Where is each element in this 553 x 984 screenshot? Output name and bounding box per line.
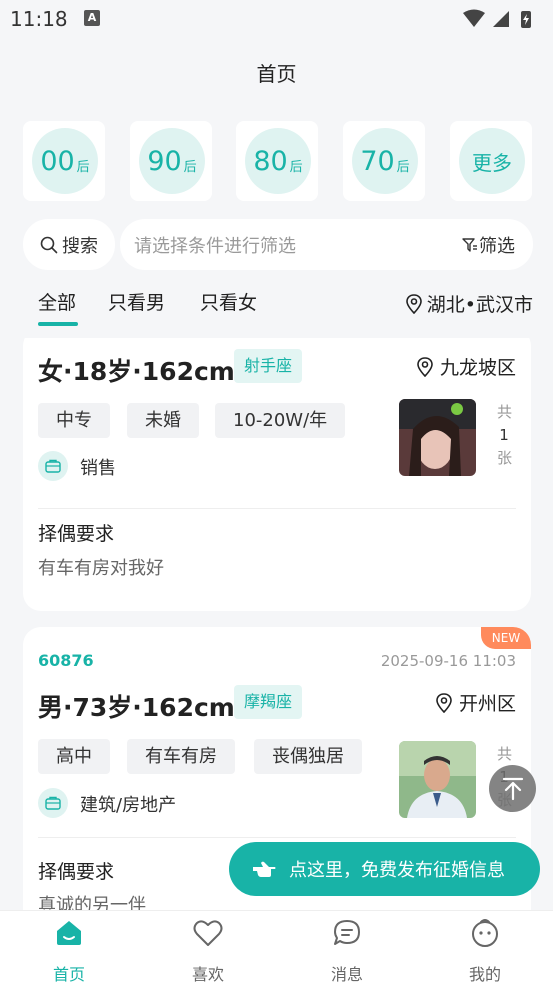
profile-tag: 丧偶独居 xyxy=(254,739,362,774)
briefcase-icon xyxy=(38,788,68,818)
profile-photo[interactable] xyxy=(399,399,476,476)
nav-likes[interactable]: 喜欢 xyxy=(168,917,248,984)
photo-count-prefix: 共 xyxy=(497,745,513,763)
age-filter-suffix: 后 xyxy=(289,159,303,175)
age-filter-00[interactable]: 00 后 xyxy=(23,121,105,201)
requirement-title: 择偶要求 xyxy=(38,523,115,545)
search-icon xyxy=(40,236,58,253)
search-label: 搜索 xyxy=(62,235,98,257)
pointing-hand-icon xyxy=(253,861,276,877)
age-filter-suffix: 后 xyxy=(183,159,197,175)
location-pin-icon xyxy=(405,293,422,314)
photo-count-number: 1 xyxy=(499,426,509,444)
city-label: 湖北•武汉市 xyxy=(426,294,533,316)
filter-button[interactable]: 筛选 xyxy=(461,232,515,258)
age-filter-suffix: 后 xyxy=(76,159,90,175)
age-filter-label: 00 xyxy=(40,145,75,177)
zodiac-badge: 摩羯座 xyxy=(234,685,303,719)
location-pin-icon xyxy=(417,356,433,377)
photo-count-prefix: 共 xyxy=(497,403,513,421)
age-filter-more[interactable]: 更多 xyxy=(450,121,532,201)
post-date: 2025-09-16 11:03 xyxy=(380,652,516,670)
age-filter-70[interactable]: 70 后 xyxy=(343,121,425,201)
profile-id: 60876 xyxy=(38,651,94,670)
divider xyxy=(38,508,516,509)
profile-icon xyxy=(472,919,498,947)
tab-all[interactable]: 全部 xyxy=(38,288,76,315)
nav-home-label: 首页 xyxy=(52,965,85,984)
divider xyxy=(38,837,516,838)
tab-female-only[interactable]: 只看女 xyxy=(200,288,257,315)
district-location: 开州区 xyxy=(435,689,516,716)
search-button[interactable]: 搜索 xyxy=(23,219,115,270)
nav-messages[interactable]: 消息 xyxy=(307,917,387,984)
age-filter-suffix: 后 xyxy=(396,159,410,175)
profile-summary: 男·73岁·162cm xyxy=(38,693,235,722)
tab-active-indicator xyxy=(38,322,78,326)
page-title: 首页 xyxy=(256,62,297,86)
profile-photo[interactable] xyxy=(399,741,476,818)
profile-tag: 中专 xyxy=(38,403,110,438)
age-filter-circle: 00 后 xyxy=(32,128,98,194)
age-filter-row: 00 后 90 后 80 后 70 后 更多 xyxy=(23,121,533,201)
scroll-to-top-button[interactable] xyxy=(489,765,536,812)
nav-profile-label: 我的 xyxy=(468,965,501,984)
profile-tag: 有车有房 xyxy=(127,739,235,774)
photo-count-suffix: 张 xyxy=(497,449,513,467)
bottom-navigation: 首页 喜欢 消息 我的 xyxy=(0,910,553,984)
filter-icon xyxy=(462,238,477,252)
age-filter-circle: 80 后 xyxy=(245,128,311,194)
arrow-up-icon xyxy=(502,777,523,800)
location-pin-icon xyxy=(436,692,452,713)
occupation: 销售 xyxy=(80,458,116,479)
city-selector[interactable]: 湖北•武汉市 xyxy=(405,290,533,317)
age-filter-label: 90 xyxy=(147,145,182,177)
nav-profile[interactable]: 我的 xyxy=(445,917,525,984)
message-icon xyxy=(334,920,360,945)
home-icon xyxy=(57,921,81,945)
age-filter-label: 70 xyxy=(360,145,395,177)
requirement-text: 真诚的另一伴 xyxy=(38,895,146,910)
age-filter-circle: 90 后 xyxy=(139,128,205,194)
profile-tag: 高中 xyxy=(38,739,110,774)
age-filter-90[interactable]: 90 后 xyxy=(130,121,212,201)
district-location: 九龙坡区 xyxy=(416,353,516,380)
status-bar: 11:18 A xyxy=(0,0,553,38)
profile-tag: 10-20W/年 xyxy=(215,403,346,438)
system-status-icons xyxy=(463,9,531,28)
profile-tag: 未婚 xyxy=(127,403,199,438)
briefcase-icon xyxy=(38,451,68,481)
profile-list[interactable]: 女·18岁·162cm 射手座 九龙坡区 中专 未婚 10-20W/年 销售 共… xyxy=(0,338,553,910)
filter-placeholder: 请选择条件进行筛选 xyxy=(134,236,296,257)
new-badge: NEW xyxy=(481,627,531,649)
profile-card[interactable]: 女·18岁·162cm 射手座 九龙坡区 中专 未婚 10-20W/年 销售 共… xyxy=(23,338,531,611)
status-time: 11:18 xyxy=(10,7,68,31)
filter-label: 筛选 xyxy=(479,236,515,257)
age-filter-more-label: 更多 xyxy=(472,150,512,175)
tab-male-only[interactable]: 只看男 xyxy=(108,288,165,315)
profile-summary: 女·18岁·162cm xyxy=(38,357,235,386)
age-filter-circle: 更多 xyxy=(459,128,525,194)
zodiac-badge: 射手座 xyxy=(234,349,303,383)
nav-messages-label: 消息 xyxy=(330,965,363,984)
publish-listing-button[interactable]: 点这里，免费发布征婚信息 xyxy=(229,842,540,896)
district-label: 九龙坡区 xyxy=(439,357,516,379)
age-filter-circle: 70 后 xyxy=(352,128,418,194)
age-filter-label: 80 xyxy=(253,145,288,177)
nav-home[interactable]: 首页 xyxy=(29,917,109,984)
publish-label: 点这里，免费发布征婚信息 xyxy=(289,860,505,881)
district-label: 开州区 xyxy=(458,693,516,715)
filter-input[interactable]: 请选择条件进行筛选 筛选 xyxy=(120,219,533,270)
app-notification-icon: A xyxy=(84,10,100,26)
age-filter-80[interactable]: 80 后 xyxy=(236,121,318,201)
nav-likes-label: 喜欢 xyxy=(191,965,224,984)
occupation: 建筑/房地产 xyxy=(80,795,177,816)
requirement-text: 有车有房对我好 xyxy=(38,558,164,579)
heart-icon xyxy=(193,920,223,946)
photo-count: 共 1 张 xyxy=(497,401,513,470)
requirement-title: 择偶要求 xyxy=(38,861,115,883)
